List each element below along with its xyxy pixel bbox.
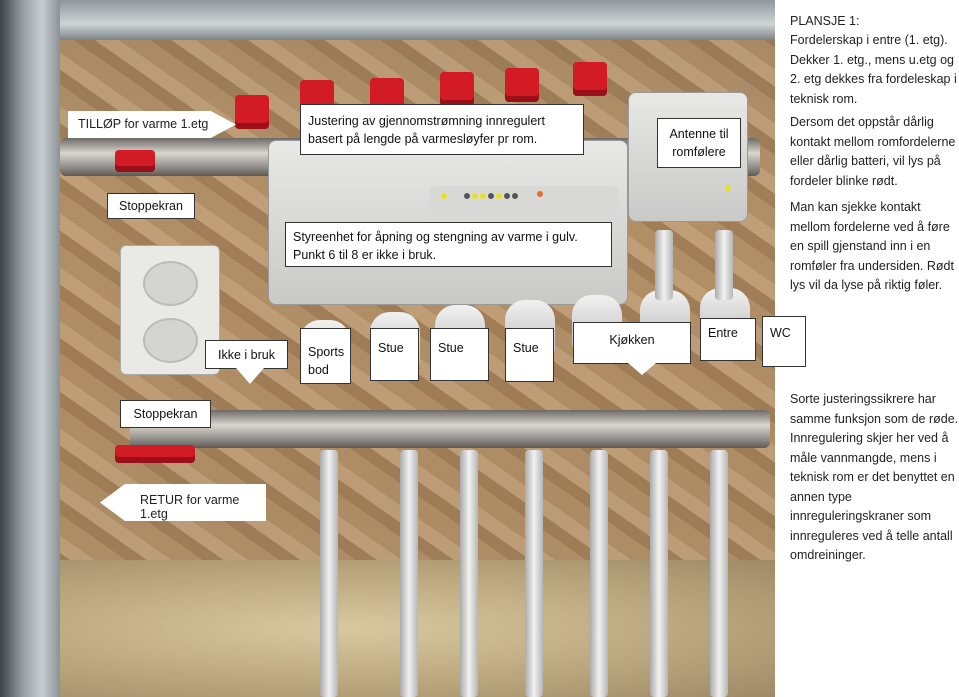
floor-heating-pipe	[525, 450, 543, 697]
room-label-stue-2: Stue	[430, 328, 489, 381]
shutoff-valve-label-bottom: Stoppekran	[120, 400, 211, 428]
adjustment-info-text: Sorte justeringssikrere har samme funksj…	[790, 392, 959, 562]
callout-pointer	[628, 363, 656, 375]
antenna-callout: Antenne til romfølere	[657, 118, 741, 168]
plate-title: PLANSJE 1:	[790, 14, 860, 28]
callout-pointer	[236, 368, 264, 384]
floor-heating-pipe	[400, 450, 418, 697]
control-unit-callout: Styreenhet for åpning og stengning av va…	[285, 222, 612, 267]
red-valve	[440, 72, 474, 106]
battery-warning-text: Dersom det oppstår dårlig kontakt mellom…	[790, 115, 956, 188]
red-valve	[573, 62, 607, 96]
return-arrow-label: RETUR for varme 1.etg	[100, 484, 266, 521]
floor-heating-pipe	[460, 450, 478, 697]
red-valve	[235, 95, 269, 129]
cabinet-frame-left	[0, 0, 60, 697]
room-label-stue-1: Stue	[370, 328, 419, 381]
flow-adjustment-callout: Justering av gjennomstrømning innreguler…	[300, 104, 584, 155]
floor-heating-pipe	[650, 450, 668, 697]
intro-text: Fordelerskap i entre (1. etg). Dekker 1.…	[790, 33, 957, 106]
room-label-stue-3: Stue	[505, 328, 554, 382]
floor-heating-pipe	[590, 450, 608, 697]
room-label-kjokken: Kjøkken	[573, 322, 691, 364]
contact-check-text: Man kan sjekke kontakt mellom fordelerne…	[790, 200, 954, 292]
shutoff-valve-label-top: Stoppekran	[107, 193, 195, 219]
room-label-sports-bod: Sports bod	[300, 328, 351, 384]
floor-heating-pipe	[655, 230, 673, 300]
floor-heating-pipe	[715, 230, 733, 300]
unused-label: Ikke i bruk	[205, 340, 288, 369]
supply-arrow-label: TILLØP for varme 1.etg	[68, 111, 236, 138]
floor-heating-pipe	[320, 450, 338, 697]
cabinet-frame-top	[0, 0, 775, 40]
red-valve	[505, 68, 539, 102]
ball-valve-handle	[115, 445, 195, 463]
ball-valve-handle	[115, 150, 155, 172]
floor-heating-pipe	[710, 450, 728, 697]
room-label-wc: WC	[762, 316, 806, 367]
return-manifold	[130, 410, 770, 448]
room-label-entre: Entre	[700, 318, 756, 361]
